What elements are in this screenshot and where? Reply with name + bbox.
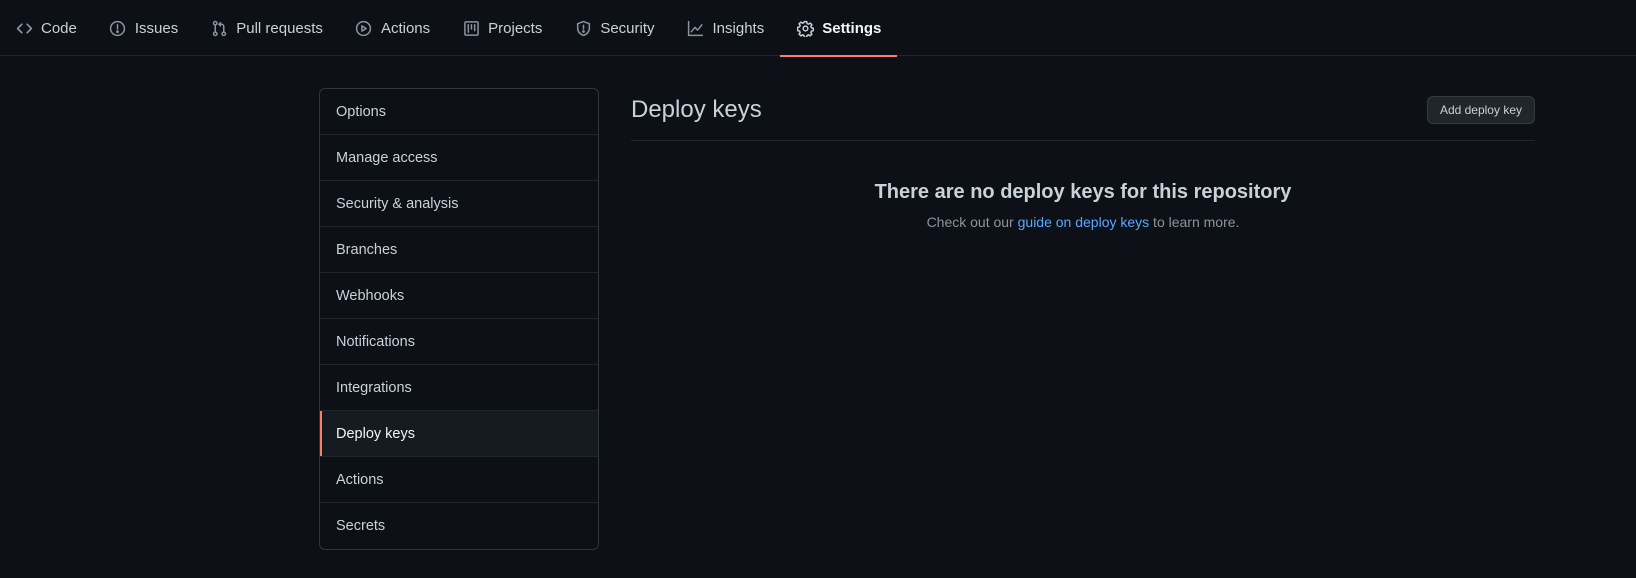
add-deploy-key-button[interactable]: Add deploy key: [1426, 96, 1535, 124]
tab-label: Issues: [134, 19, 179, 37]
empty-state-text: Check out our guide on deploy keys to le…: [631, 214, 1535, 230]
empty-state-text-after: to learn more.: [1149, 214, 1240, 230]
shield-icon: [574, 19, 592, 37]
code-icon: [15, 19, 33, 37]
menu-item-manage-access[interactable]: Manage access: [320, 135, 598, 181]
page-title: Deploy keys: [631, 96, 762, 123]
tab-issues[interactable]: Issues: [93, 0, 194, 56]
menu-item-integrations[interactable]: Integrations: [320, 365, 598, 411]
tab-label: Insights: [712, 19, 765, 37]
subhead: Deploy keys Add deploy key: [631, 88, 1535, 141]
menu-item-branches[interactable]: Branches: [320, 227, 598, 273]
settings-menu: Options Manage access Security & analysi…: [319, 88, 599, 550]
graph-icon: [687, 19, 705, 37]
git-pull-request-icon: [210, 19, 228, 37]
tab-actions[interactable]: Actions: [339, 0, 446, 56]
issue-opened-icon: [109, 19, 127, 37]
menu-item-secrets[interactable]: Secrets: [320, 503, 598, 549]
menu-item-notifications[interactable]: Notifications: [320, 319, 598, 365]
tab-insights[interactable]: Insights: [671, 0, 781, 56]
empty-state-text-before: Check out our: [926, 214, 1018, 230]
menu-item-options[interactable]: Options: [320, 89, 598, 135]
tab-pull-requests[interactable]: Pull requests: [194, 0, 339, 56]
tab-label: Projects: [488, 19, 543, 37]
empty-state: There are no deploy keys for this reposi…: [631, 141, 1535, 230]
menu-item-security-analysis[interactable]: Security & analysis: [320, 181, 598, 227]
main-content: Deploy keys Add deploy key There are no …: [631, 88, 1535, 230]
project-icon: [462, 19, 480, 37]
tab-code[interactable]: Code: [15, 0, 93, 56]
menu-item-actions[interactable]: Actions: [320, 457, 598, 503]
tab-settings[interactable]: Settings: [780, 0, 898, 57]
tab-label: Security: [600, 19, 655, 37]
tab-label: Code: [41, 19, 77, 37]
tab-label: Settings: [822, 19, 882, 37]
deploy-keys-guide-link[interactable]: guide on deploy keys: [1018, 214, 1150, 230]
tab-label: Actions: [380, 19, 431, 37]
menu-item-deploy-keys[interactable]: Deploy keys: [320, 411, 598, 457]
repository-nav: Code Issues Pull requests Actions Projec…: [0, 0, 1636, 57]
empty-state-title: There are no deploy keys for this reposi…: [874, 181, 1292, 203]
tab-label: Pull requests: [236, 19, 323, 37]
menu-item-webhooks[interactable]: Webhooks: [320, 273, 598, 319]
play-icon: [355, 19, 373, 37]
gear-icon: [796, 19, 814, 37]
tab-projects[interactable]: Projects: [446, 0, 558, 56]
tab-security[interactable]: Security: [558, 0, 670, 56]
